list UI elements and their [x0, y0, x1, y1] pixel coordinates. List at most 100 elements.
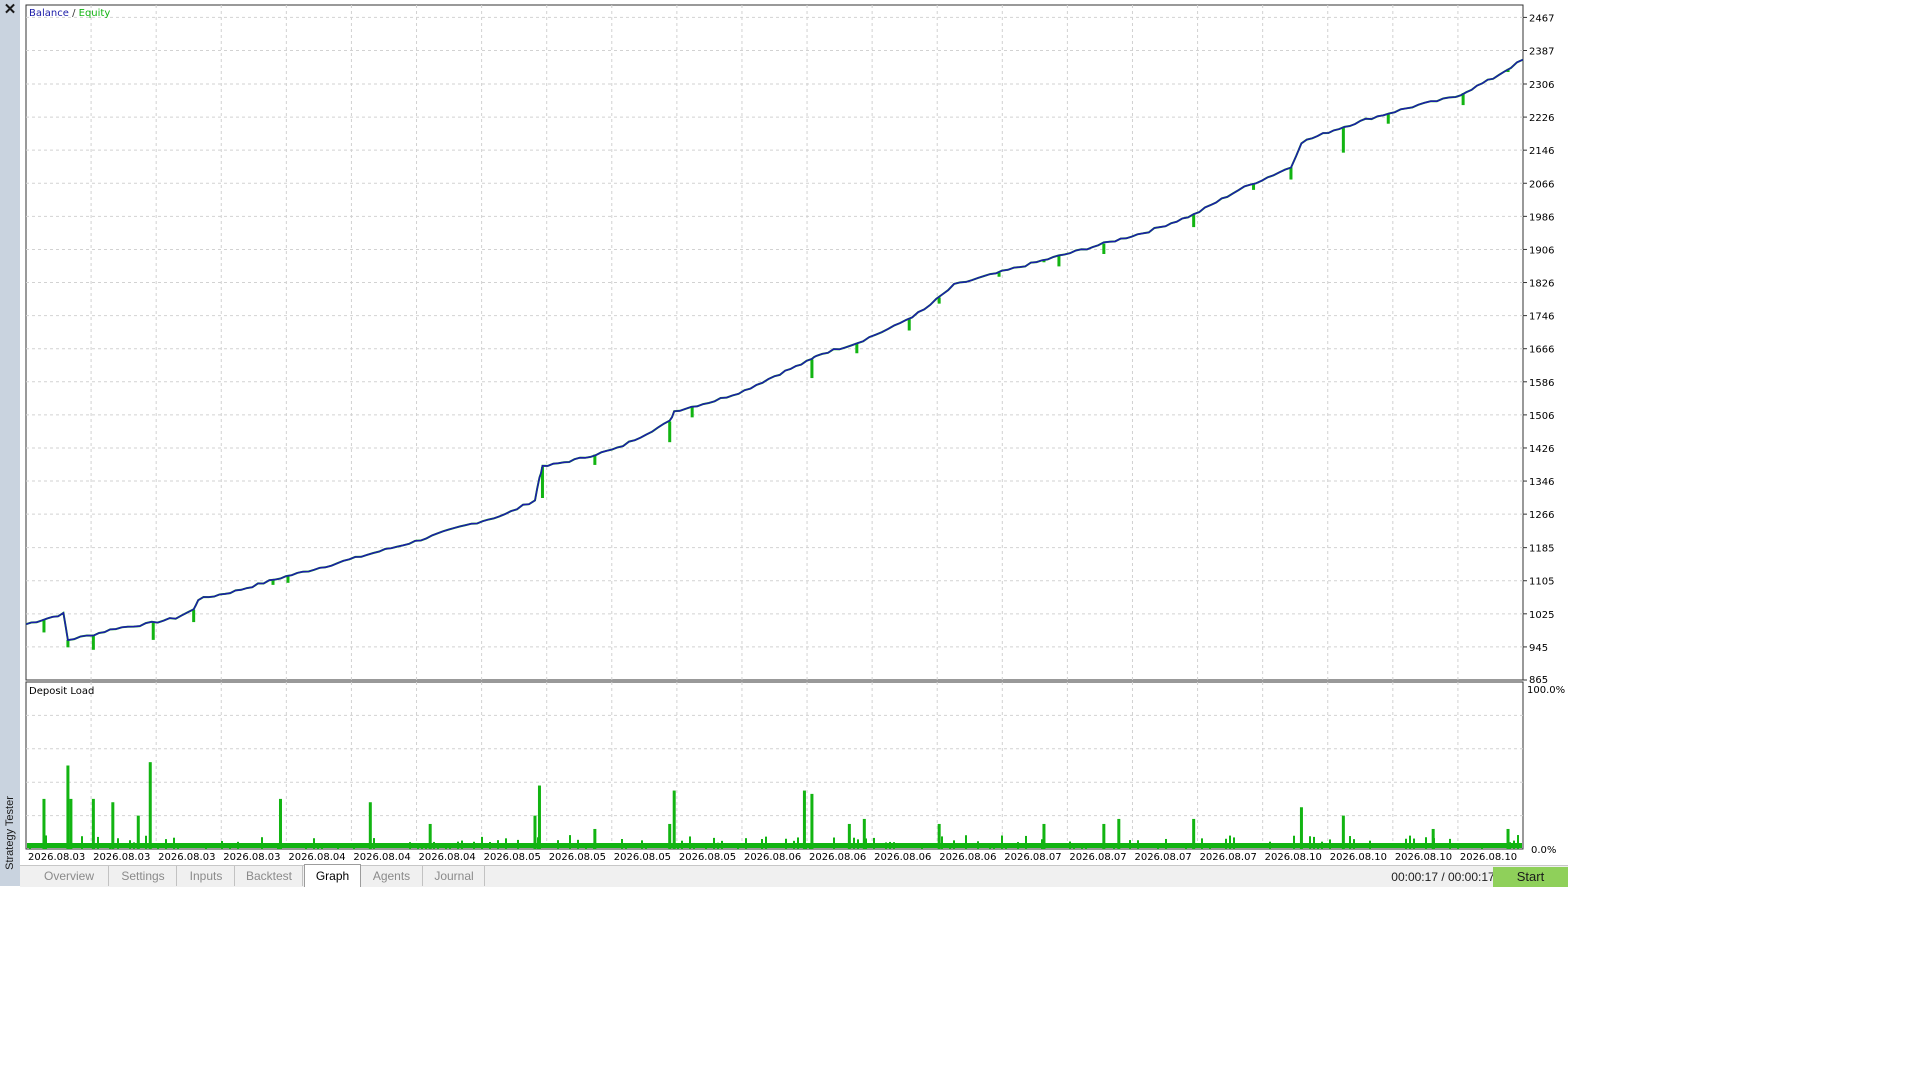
tab-backtest[interactable]: Backtest [236, 866, 303, 886]
x-tick-label: 2026.08.06 [939, 852, 996, 863]
load-bar [797, 837, 799, 849]
load-axis-min: 0.0% [1531, 845, 1556, 856]
load-bar [517, 839, 519, 849]
load-bar [1513, 840, 1515, 849]
tab-graph[interactable]: Graph [304, 864, 361, 887]
load-bar [1229, 835, 1231, 849]
load-bar [937, 823, 941, 849]
load-bar [66, 765, 70, 849]
load-bar [165, 839, 167, 849]
load-bar [533, 815, 537, 849]
load-bar [136, 815, 140, 849]
load-bar [810, 793, 814, 849]
y-tick-label: 2146 [1529, 146, 1554, 157]
y-tick-label: 2306 [1529, 80, 1554, 91]
legend: Balance / Equity [29, 8, 110, 19]
load-bar [847, 823, 851, 849]
load-bar [1165, 838, 1167, 849]
load-bar [893, 842, 895, 849]
load-bar [1025, 835, 1027, 849]
load-baseline [27, 843, 1522, 848]
load-bar [1117, 818, 1121, 849]
y-tick-label: 1426 [1529, 444, 1554, 455]
y-tick-label: 1666 [1529, 345, 1554, 356]
load-bar [1299, 807, 1303, 849]
load-bar [1129, 840, 1131, 849]
load-bar [857, 839, 859, 849]
load-bar [1369, 840, 1371, 849]
load-bar [117, 838, 119, 849]
load-bar [941, 836, 943, 849]
load-bar [177, 846, 179, 849]
load-bar [645, 844, 647, 849]
x-tick-label: 2026.08.05 [549, 852, 606, 863]
tab-agents[interactable]: Agents [361, 866, 423, 886]
load-bar [229, 844, 231, 849]
load-bar [481, 836, 483, 849]
load-bar [1201, 838, 1203, 849]
load-bar [428, 823, 432, 849]
load-bar [373, 838, 375, 849]
load-bar [29, 844, 31, 849]
x-tick-label: 2026.08.06 [809, 852, 866, 863]
x-tick-label: 2026.08.05 [614, 852, 671, 863]
load-bar [1001, 835, 1003, 849]
x-tick-label: 2026.08.10 [1460, 852, 1517, 863]
load-bar [457, 841, 459, 849]
tab-inputs[interactable]: Inputs [178, 866, 235, 886]
start-button[interactable]: Start [1493, 867, 1568, 887]
load-bar [505, 838, 507, 849]
legend-separator: / [72, 8, 76, 19]
load-bar [761, 839, 763, 849]
load-bar [689, 836, 691, 849]
load-bar [1081, 843, 1083, 849]
load-bar [91, 798, 95, 849]
load-bar [317, 843, 319, 849]
balance-equity-plot-frame [25, 4, 1524, 681]
load-bar [1481, 846, 1483, 849]
load-bar [81, 836, 83, 849]
load-bar [793, 840, 795, 849]
load-bar [785, 838, 787, 849]
tab-overview[interactable]: Overview [30, 866, 109, 886]
load-bar [1137, 840, 1139, 849]
load-bar [989, 844, 991, 849]
load-bar [1405, 838, 1407, 849]
load-bar [449, 846, 451, 849]
load-bar [221, 841, 223, 849]
load-bar [1102, 823, 1106, 849]
legend-equity: Equity [79, 8, 111, 19]
x-axis-labels: 2026.08.03 2026.08.03 2026.08.03 2026.08.03… [28, 852, 1517, 863]
load-bar [497, 840, 499, 849]
load-bar [173, 837, 175, 849]
load-bar [802, 790, 806, 849]
tab-settings[interactable]: Settings [110, 866, 177, 886]
load-bar [111, 802, 115, 849]
load-bar [577, 839, 579, 849]
load-bar [205, 844, 207, 849]
load-bar [1269, 841, 1271, 849]
load-bar [737, 845, 739, 849]
x-tick-label: 2026.08.10 [1395, 852, 1452, 863]
load-bar [1209, 845, 1211, 849]
load-bar [97, 836, 99, 849]
load-bar [42, 798, 46, 849]
y-tick-label: 2467 [1529, 13, 1554, 24]
load-bar [862, 818, 866, 849]
y-tick-label: 1906 [1529, 245, 1554, 256]
x-tick-label: 2026.08.07 [1134, 852, 1191, 863]
tester-graph: 2467 2387 2306 2226 2146 2066 1986 1906 1826 1746… [20, 0, 1568, 865]
y-tick-label: 1105 [1529, 577, 1554, 588]
load-bar [1192, 818, 1196, 849]
load-bar [921, 846, 923, 849]
load-bar [1449, 838, 1451, 849]
load-bar [1017, 842, 1019, 849]
load-bar [321, 844, 323, 849]
close-icon[interactable]: ✕ [3, 2, 17, 18]
legend-balance: Balance [29, 8, 69, 19]
load-bar [713, 837, 715, 849]
load-bar [569, 835, 571, 849]
y-tick-label: 1025 [1529, 610, 1554, 621]
load-bar [409, 842, 411, 849]
tab-journal[interactable]: Journal [424, 866, 485, 886]
